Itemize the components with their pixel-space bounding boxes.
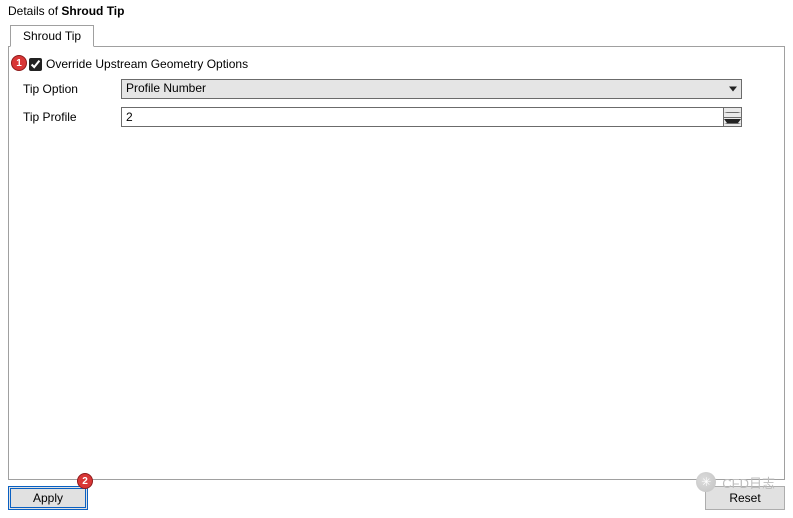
tip-profile-row: Tip Profile	[23, 107, 778, 127]
chevron-down-icon	[729, 87, 737, 92]
override-label: Override Upstream Geometry Options	[46, 57, 248, 71]
tip-option-value: Profile Number	[126, 81, 206, 95]
chevron-down-icon	[724, 119, 741, 124]
title-prefix: Details of	[8, 4, 61, 18]
override-row: 1 Override Upstream Geometry Options	[17, 57, 778, 71]
tab-panel: 1 Override Upstream Geometry Options Tip…	[8, 46, 785, 480]
chevron-up-icon	[724, 112, 741, 113]
tip-profile-spinner	[724, 107, 742, 127]
reset-button-label: Reset	[729, 491, 760, 505]
tab-strip: Shroud Tip	[8, 24, 785, 46]
apply-button-label: Apply	[33, 491, 63, 505]
reset-button[interactable]: Reset	[705, 486, 785, 510]
spinner-down-button[interactable]	[724, 118, 741, 127]
tab-container: Shroud Tip 1 Override Upstream Geometry …	[8, 24, 785, 480]
title-object: Shroud Tip	[61, 4, 124, 18]
tip-profile-input[interactable]	[121, 107, 724, 127]
footer: Apply 2 Reset	[8, 486, 785, 510]
panel-title: Details of Shroud Tip	[0, 0, 793, 20]
tip-profile-label: Tip Profile	[23, 110, 121, 124]
spinner-up-button[interactable]	[724, 108, 741, 118]
override-checkbox[interactable]	[29, 58, 42, 71]
tab-shroud-tip[interactable]: Shroud Tip	[10, 25, 94, 47]
apply-button[interactable]: Apply 2	[8, 486, 88, 510]
tip-option-row: Tip Option Profile Number	[23, 79, 778, 99]
tip-option-select[interactable]: Profile Number	[121, 79, 742, 99]
callout-badge-2: 2	[77, 473, 93, 489]
tip-option-label: Tip Option	[23, 82, 121, 96]
callout-badge-1: 1	[11, 55, 27, 71]
